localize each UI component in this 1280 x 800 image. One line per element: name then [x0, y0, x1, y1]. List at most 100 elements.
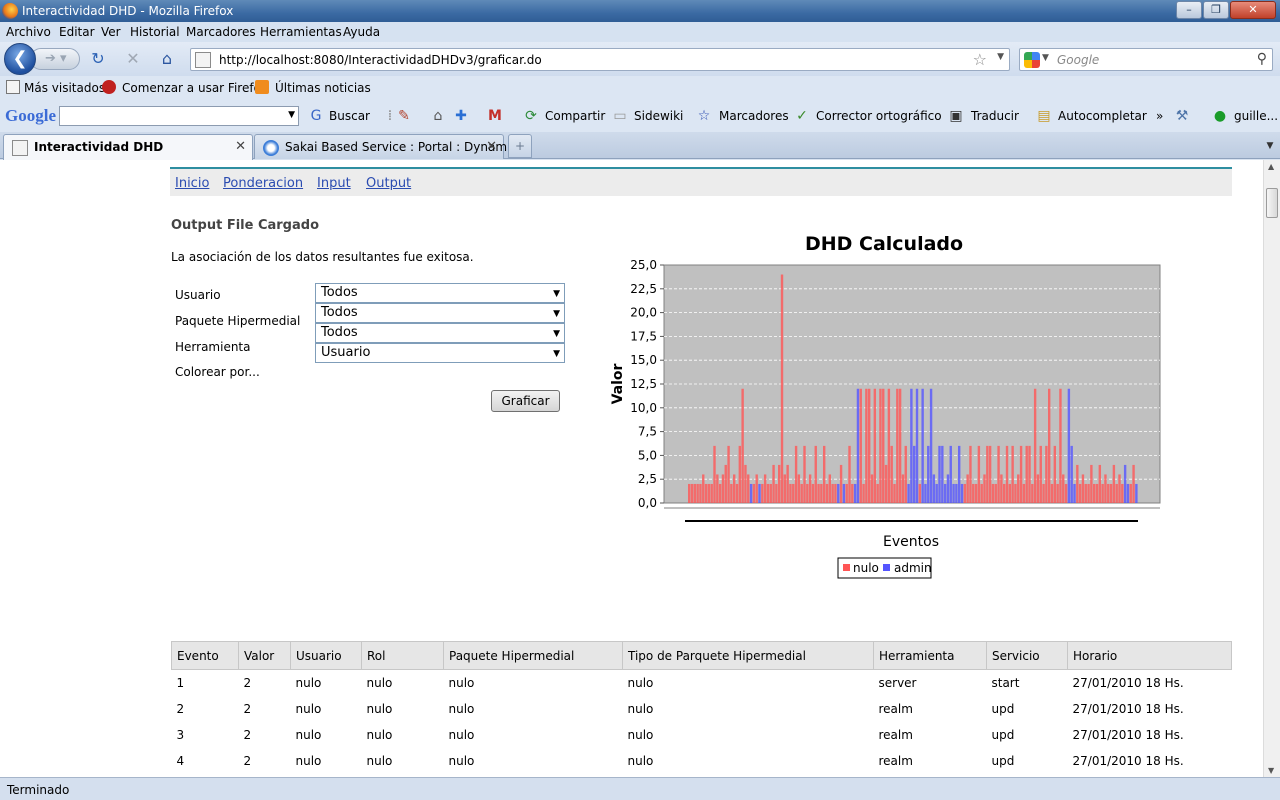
gmail-icon[interactable]: M [487, 108, 503, 124]
col-header-valor: Valor [238, 641, 291, 670]
search-placeholder[interactable]: Google [1057, 53, 1099, 67]
home-icon[interactable]: ⌂ [158, 50, 176, 68]
toolbar-corrector[interactable]: Corrector ortográfico [816, 109, 942, 123]
chart-bar [741, 388, 744, 503]
chevron-down-icon[interactable]: ▼ [553, 325, 560, 343]
bookmark-mas-visitados[interactable]: Más visitados [24, 81, 105, 95]
bank-icon[interactable]: ⌂ [430, 108, 446, 124]
new-tab-button[interactable]: + [508, 134, 532, 158]
select-usuario[interactable]: Todos ▼ [315, 283, 565, 303]
vertical-scrollbar[interactable]: ▲ ▼ [1263, 160, 1280, 777]
chart-bar [918, 483, 922, 503]
table-cell: 2 [243, 753, 252, 768]
tab-interactividad-dhd[interactable]: Interactividad DHD ✕ [3, 134, 253, 160]
menu-editar[interactable]: Editar [59, 25, 95, 39]
chart-bar [983, 474, 986, 503]
toolbar-sidewiki[interactable]: Sidewiki [634, 109, 683, 123]
graficar-button[interactable]: Graficar [491, 390, 560, 412]
search-engine-dropdown-icon[interactable]: ▼ [1042, 53, 1049, 63]
table-cell: server [878, 675, 917, 690]
url-bar[interactable]: http://localhost:8080/InteractividadDHDv… [190, 48, 1010, 71]
chart-bar [1062, 474, 1065, 503]
tab-list-icon[interactable]: ▼ [1262, 136, 1278, 156]
chevron-down-icon[interactable]: ▼ [553, 285, 560, 303]
bookmark-star-icon[interactable]: ☆ [973, 50, 987, 69]
select-colorear-por[interactable]: Usuario ▼ [315, 343, 565, 363]
back-button[interactable]: ❮ [4, 43, 36, 75]
minimize-button[interactable]: – [1176, 1, 1202, 19]
share-icon[interactable]: ⟳ [523, 108, 539, 124]
add-button-icon[interactable]: ✚ [453, 108, 469, 124]
legend-swatch-admin [883, 564, 890, 571]
nav-link-input[interactable]: Input [317, 176, 351, 191]
most-visited-icon [6, 80, 20, 94]
chart-bar [1036, 474, 1040, 503]
star-bookmark-icon[interactable]: ☆ [696, 108, 712, 124]
url-text[interactable]: http://localhost:8080/InteractividadDHDv… [219, 53, 542, 67]
sidewiki-icon[interactable]: ▭ [612, 108, 628, 124]
table-cell: 3 [176, 727, 185, 742]
google-engine-icon[interactable] [1024, 52, 1040, 68]
scroll-up-icon[interactable]: ▲ [1268, 162, 1274, 171]
scrollbar-thumb[interactable] [1266, 188, 1278, 218]
col-header-usuario: Usuario [290, 641, 362, 670]
translate-icon[interactable]: ▣ [948, 108, 964, 124]
google-search-icon[interactable]: G [308, 108, 324, 124]
firefox-start-icon [102, 80, 116, 94]
title-bar: Interactividad DHD - Mozilla Firefox – ❐… [0, 0, 1280, 22]
table-cell: nulo [448, 753, 475, 768]
toolbar-compartir[interactable]: Compartir [545, 109, 605, 123]
search-icon[interactable]: ⚲ [1257, 51, 1267, 67]
chart-bar [1042, 483, 1045, 503]
bookmark-comenzar-firefox[interactable]: Comenzar a usar Firefox [122, 81, 268, 95]
forward-button[interactable]: ➔ ▾ [30, 48, 80, 70]
url-dropdown-icon[interactable]: ▼ [997, 52, 1004, 62]
close-tab-icon[interactable]: ✕ [486, 139, 497, 154]
chart-bar [907, 483, 910, 503]
google-toolbar: Google ▼ G Buscar ⁞ ✎ ⌂ ✚ M ⟳ Compartir … [0, 100, 1280, 132]
select-herramienta[interactable]: Todos ▼ [315, 323, 565, 343]
google-toolbar-search-input[interactable]: ▼ [59, 106, 299, 126]
close-tab-icon[interactable]: ✕ [235, 139, 246, 154]
bookmark-ultimas-noticias[interactable]: Últimas noticias [275, 81, 371, 95]
menu-archivo[interactable]: Archivo [6, 25, 51, 39]
chart-bar [1098, 464, 1102, 503]
chart-bar [783, 474, 787, 503]
search-bar[interactable]: ▼ Google ⚲ [1019, 48, 1273, 71]
wrench-icon[interactable]: ⚒ [1174, 108, 1190, 124]
nav-link-output[interactable]: Output [366, 176, 411, 191]
tab-sakai-portal[interactable]: Sakai Based Service : Portal : Dynam... … [254, 134, 518, 159]
table-cell: 2 [243, 727, 252, 742]
toolbar-autocompletar[interactable]: Autocompletar [1058, 109, 1147, 123]
chevron-down-icon[interactable]: ▼ [553, 305, 560, 323]
site-identity-icon[interactable] [195, 52, 211, 68]
pagerank-icon[interactable]: ✎ [396, 108, 412, 124]
toolbar-overflow-chevron[interactable]: » [1156, 109, 1163, 123]
menu-herramientas[interactable]: Herramientas [260, 25, 342, 39]
toolbar-buscar[interactable]: Buscar [329, 109, 370, 123]
autofill-icon[interactable]: ▤ [1036, 108, 1052, 124]
maximize-button[interactable]: ❐ [1203, 1, 1229, 19]
menu-ver[interactable]: Ver [101, 25, 121, 39]
chart-bar [752, 483, 756, 503]
menu-historial[interactable]: Historial [130, 25, 180, 39]
chart-bar [718, 483, 722, 503]
chart-bar [766, 483, 770, 503]
menu-marcadores[interactable]: Marcadores [186, 25, 256, 39]
toolbar-account[interactable]: guille... [1234, 109, 1278, 123]
scroll-down-icon[interactable]: ▼ [1268, 766, 1274, 775]
nav-link-inicio[interactable]: Inicio [175, 176, 209, 191]
toolbar-traducir[interactable]: Traducir [971, 109, 1019, 123]
select-paquete-hipermedial[interactable]: Todos ▼ [315, 303, 565, 323]
close-window-button[interactable]: ✕ [1230, 1, 1276, 19]
chart-bar [721, 474, 725, 503]
chevron-down-icon[interactable]: ▼ [288, 110, 295, 120]
dhd-chart: DHD Calculado 0,0 2,5 5,0 7,5 10,0 12,5 15,0 17… [600, 228, 1180, 580]
stop-icon[interactable]: ✕ [124, 50, 142, 68]
spellcheck-icon[interactable]: ✓ [794, 108, 810, 124]
chevron-down-icon[interactable]: ▼ [553, 345, 560, 363]
nav-link-ponderacion[interactable]: Ponderacion [223, 176, 303, 191]
toolbar-marcadores[interactable]: Marcadores [719, 109, 789, 123]
menu-ayuda[interactable]: Ayuda [343, 25, 380, 39]
reload-icon[interactable]: ↻ [89, 50, 107, 68]
